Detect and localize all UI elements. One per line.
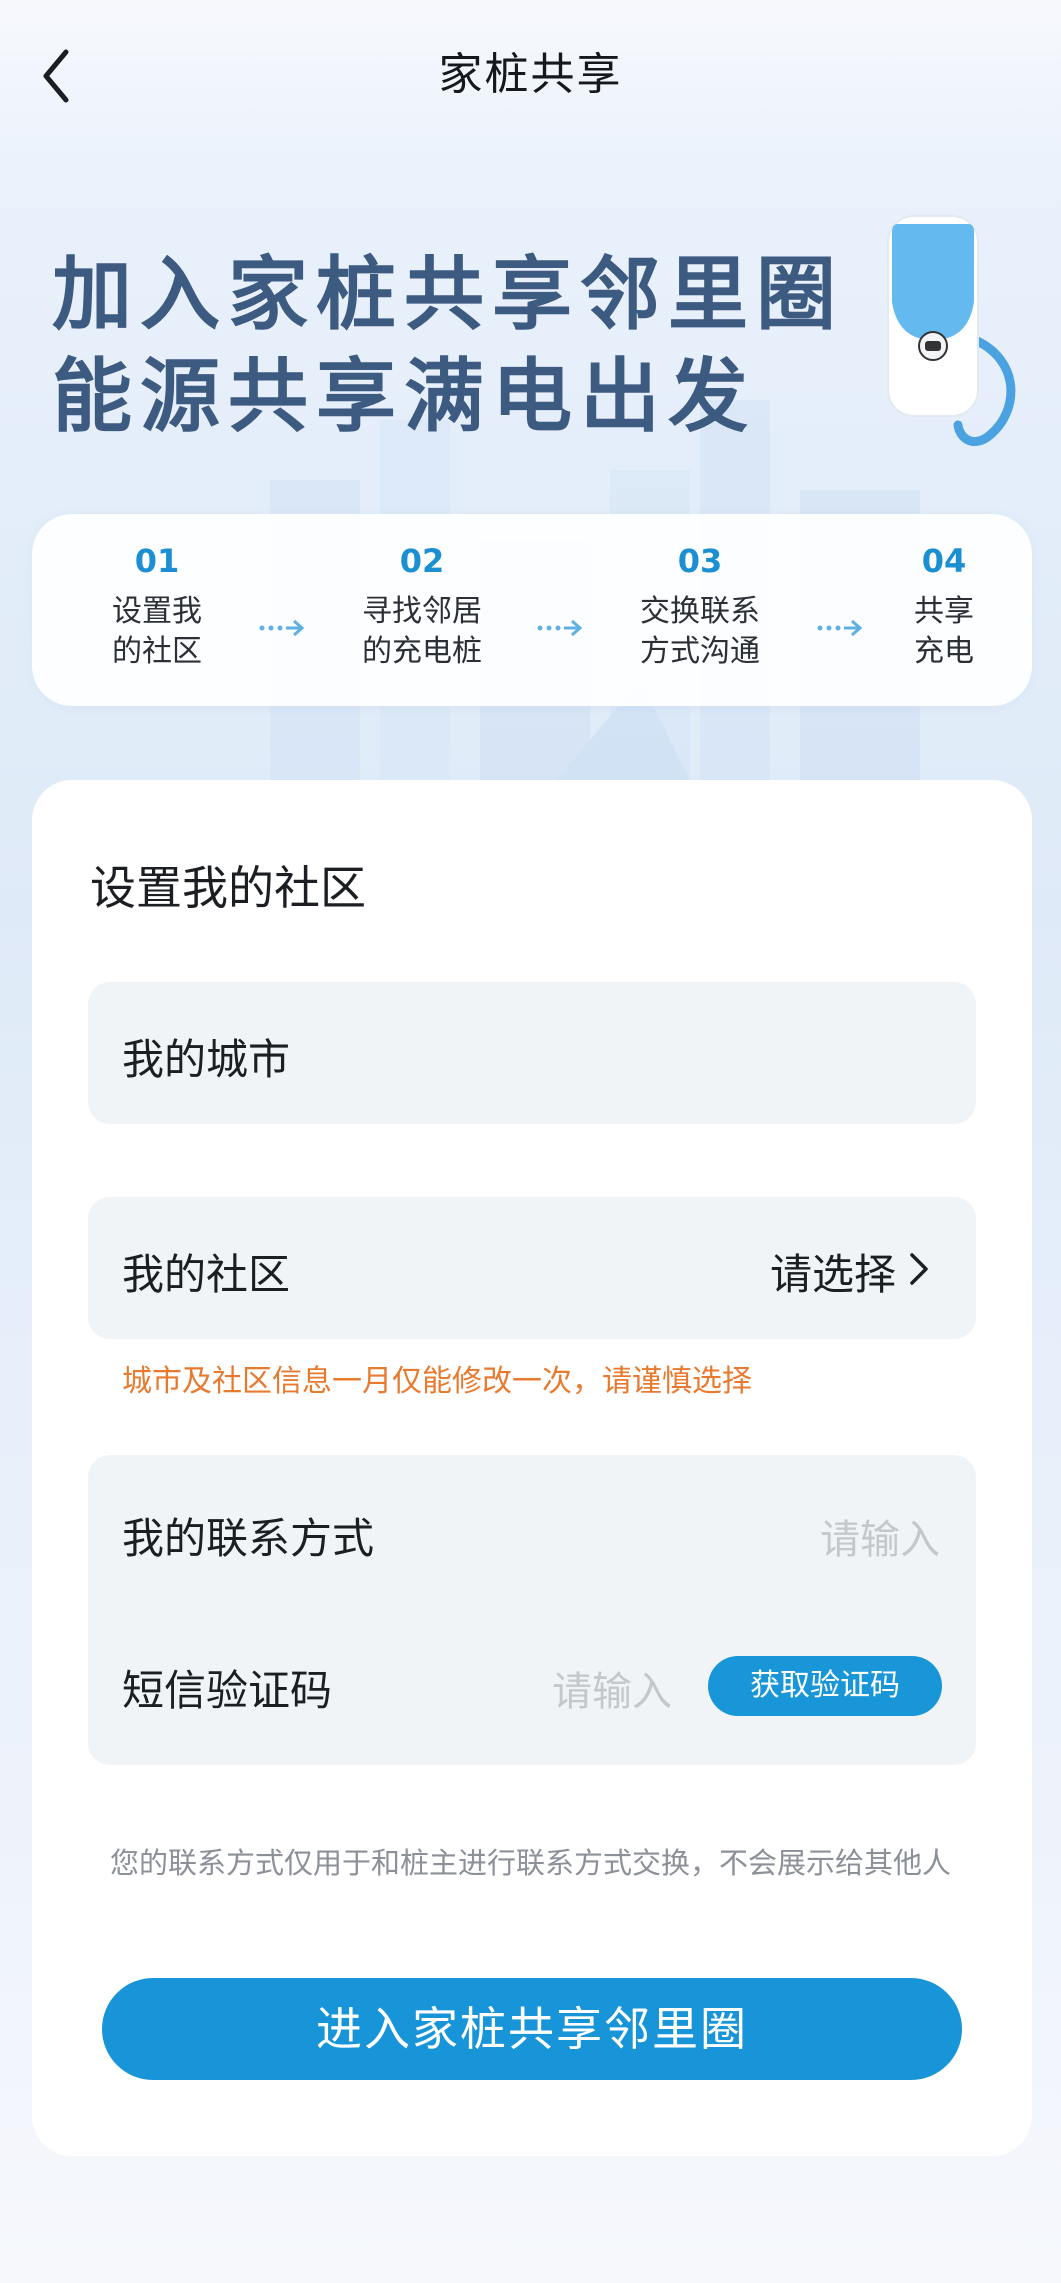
step-label-line-1: 寻找邻居 xyxy=(362,594,482,629)
get-code-button[interactable]: 获取验证码 xyxy=(708,1656,942,1716)
modify-limit-warning: 城市及社区信息一月仅能修改一次，请谨慎选择 xyxy=(122,1364,752,1399)
contact-input[interactable]: 请输入 xyxy=(820,1507,940,1565)
dotted-arrow-icon xyxy=(537,619,583,637)
hero-heading-line-1: 加入家桩共享邻里圈 xyxy=(52,247,844,341)
step-1: 01 设置我 的社区 xyxy=(82,542,232,672)
dotted-arrow-icon xyxy=(259,619,305,637)
sms-code-input[interactable]: 请输入 xyxy=(552,1659,672,1717)
step-label-line-2: 充电 xyxy=(914,634,974,669)
steps-progress-card: 01 设置我 的社区 02 寻找邻居 的充电桩 03 交换联系 方式沟通 04 … xyxy=(32,514,1032,706)
step-3: 03 交换联系 方式沟通 xyxy=(620,542,780,672)
community-select-value: 请选择 xyxy=(769,1250,896,1299)
step-number: 02 xyxy=(399,542,445,580)
step-label-line-1: 交换联系 xyxy=(640,594,760,629)
enter-circle-button[interactable]: 进入家桩共享邻里圈 xyxy=(102,1978,962,2080)
step-number: 03 xyxy=(677,542,723,580)
step-4: 04 共享 充电 xyxy=(894,542,994,672)
step-label-line-1: 共享 xyxy=(914,594,974,629)
step-number: 04 xyxy=(921,542,967,580)
city-field[interactable]: 我的城市 xyxy=(88,982,976,1124)
ev-charger-illustration xyxy=(887,215,1016,446)
page-title: 家桩共享 xyxy=(438,49,623,100)
step-label-line-2: 方式沟通 xyxy=(640,634,760,669)
city-label: 我的城市 xyxy=(122,1035,291,1084)
step-label-line-1: 设置我 xyxy=(112,594,202,629)
contact-label: 我的联系方式 xyxy=(122,1514,375,1563)
community-select[interactable]: 我的社区 请选择 xyxy=(88,1197,976,1339)
step-2: 02 寻找邻居 的充电桩 xyxy=(342,542,502,672)
section-title: 设置我的社区 xyxy=(90,861,366,915)
step-label-line-2: 的充电桩 xyxy=(362,634,482,669)
privacy-notice: 您的联系方式仅用于和桩主进行联系方式交换，不会展示给其他人 xyxy=(109,1846,951,1880)
step-label-line-2: 的社区 xyxy=(112,634,202,669)
chevron-right-icon xyxy=(910,1253,928,1285)
nav-header: 家桩共享 xyxy=(0,0,1061,140)
step-number: 01 xyxy=(134,542,180,580)
dotted-arrow-icon xyxy=(817,619,863,637)
sms-code-label: 短信验证码 xyxy=(122,1666,333,1715)
hero-heading-line-2: 能源共享满电出发 xyxy=(52,349,756,443)
contact-group: 我的联系方式 请输入 短信验证码 请输入 xyxy=(88,1455,976,1765)
community-label: 我的社区 xyxy=(122,1250,291,1299)
